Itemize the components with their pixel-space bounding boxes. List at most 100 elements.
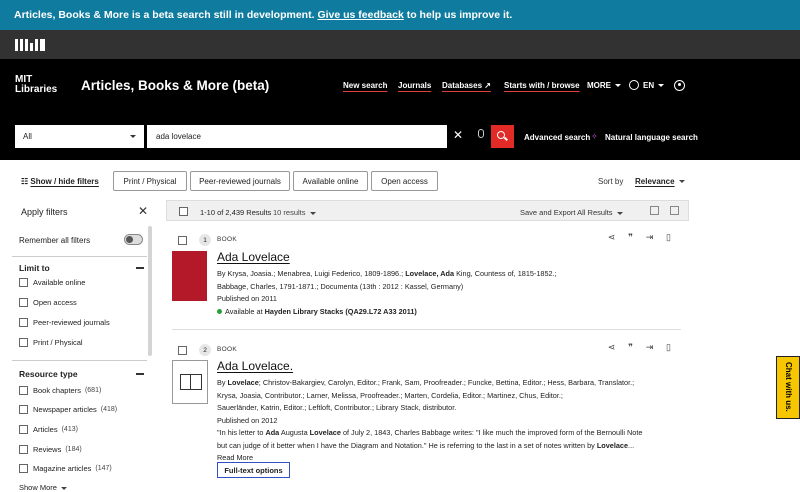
filter-sidebar: Apply filters ✕ Remember all filters Lim… bbox=[0, 200, 165, 492]
checkbox[interactable] bbox=[19, 464, 28, 473]
bookmark-icon[interactable] bbox=[670, 206, 679, 215]
export-icon[interactable]: ⇥ bbox=[645, 343, 654, 352]
book-cover-thumbnail[interactable] bbox=[172, 251, 207, 301]
result-checkbox[interactable] bbox=[178, 236, 187, 245]
result-number: 2 bbox=[199, 344, 211, 356]
banner-text: Articles, Books & More is a beta search … bbox=[14, 9, 315, 21]
nav-starts-with[interactable]: Starts with / browse bbox=[504, 81, 580, 90]
filter-open-access[interactable]: Open access bbox=[19, 298, 77, 307]
filter-magazine-articles[interactable]: Magazine articles (147) bbox=[19, 464, 112, 473]
banner-suffix: to help us improve it. bbox=[406, 9, 513, 21]
bookmark-icon[interactable]: ▯ bbox=[664, 343, 673, 352]
nav-databases[interactable]: Databases ↗ bbox=[442, 81, 491, 90]
chat-with-us-tab[interactable]: Chat with us. bbox=[776, 356, 800, 419]
microphone-icon[interactable] bbox=[478, 129, 484, 138]
share-icon[interactable]: ⋖ bbox=[607, 343, 616, 352]
collapse-icon[interactable] bbox=[136, 373, 144, 375]
chip-print-physical[interactable]: Print / Physical bbox=[113, 171, 187, 191]
divider bbox=[12, 256, 147, 257]
show-hide-filters[interactable]: ☷ Show / hide filters bbox=[21, 177, 99, 186]
sort-label: Sort by bbox=[598, 177, 624, 186]
filter-available-online[interactable]: Available online bbox=[19, 278, 85, 287]
nav-new-search[interactable]: New search bbox=[343, 81, 387, 90]
full-text-options-button[interactable]: Full-text options bbox=[217, 462, 290, 478]
result-actions: ⋖ ❞ ⇥ ▯ bbox=[607, 343, 673, 352]
result-item: 1 BOOK ⋖ ❞ ⇥ ▯ Ada Lovelace By Krysa, Jo… bbox=[166, 229, 689, 331]
export-icon[interactable]: ⇥ bbox=[645, 233, 654, 242]
filter-articles[interactable]: Articles (413) bbox=[19, 425, 78, 434]
user-account-icon[interactable] bbox=[674, 80, 685, 91]
beta-banner: Articles, Books & More is a beta search … bbox=[0, 0, 800, 30]
result-item: 2 BOOK ⋖ ❞ ⇥ ▯ Ada Lovelace. By Lovelace… bbox=[166, 339, 689, 489]
location-link[interactable]: Hayden Library Stacks (QA29.L72 A33 2011… bbox=[265, 307, 417, 316]
cite-quote-icon[interactable]: ❞ bbox=[626, 343, 635, 352]
globe-icon[interactable] bbox=[629, 80, 639, 90]
search-input[interactable] bbox=[147, 125, 447, 148]
filter-book-chapters[interactable]: Book chapters (681) bbox=[19, 386, 101, 395]
sort-select[interactable]: Relevance bbox=[635, 177, 685, 186]
nav-more[interactable]: MORE bbox=[587, 81, 621, 90]
checkbox[interactable] bbox=[19, 278, 28, 287]
filter-newspaper-articles[interactable]: Newspaper articles (418) bbox=[19, 405, 117, 414]
checkbox[interactable] bbox=[19, 445, 28, 454]
apply-filters-heading: Apply filters bbox=[21, 207, 68, 217]
export-icon[interactable] bbox=[650, 206, 659, 215]
per-page-select[interactable]: 10 results bbox=[273, 208, 316, 217]
sidebar-scrollbar[interactable] bbox=[148, 226, 152, 356]
checkbox[interactable] bbox=[19, 318, 28, 327]
filter-peer-reviewed[interactable]: Peer-reviewed journals bbox=[19, 318, 110, 327]
checkbox[interactable] bbox=[19, 425, 28, 434]
checkbox[interactable] bbox=[19, 405, 28, 414]
resource-type-heading[interactable]: Resource type bbox=[19, 369, 78, 379]
close-icon[interactable]: ✕ bbox=[138, 204, 148, 218]
divider bbox=[172, 329, 681, 330]
filter-reviews[interactable]: Reviews (184) bbox=[19, 445, 82, 454]
checkbox[interactable] bbox=[19, 338, 28, 347]
book-placeholder-icon[interactable] bbox=[172, 360, 208, 404]
filter-print-physical[interactable]: Print / Physical bbox=[19, 338, 83, 347]
checkbox[interactable] bbox=[19, 386, 28, 395]
site-title[interactable]: Articles, Books & More (beta) bbox=[81, 78, 269, 93]
save-export-menu[interactable]: Save and Export All Results bbox=[520, 208, 623, 217]
remember-filters-label: Remember all filters bbox=[19, 236, 91, 245]
show-more-link[interactable]: Show More bbox=[19, 483, 67, 492]
mit-bar bbox=[0, 30, 800, 59]
result-type: BOOK bbox=[217, 236, 237, 243]
available-status-icon bbox=[217, 309, 222, 315]
search-button[interactable] bbox=[491, 125, 514, 148]
result-details: By Lovelace; Christov-Bakargiev, Carolyn… bbox=[217, 377, 657, 465]
results-count: 1-10 of 2,439 Results bbox=[200, 208, 272, 217]
result-actions: ⋖ ❞ ⇥ ▯ bbox=[607, 233, 673, 242]
remember-filters-toggle[interactable] bbox=[124, 234, 143, 245]
limit-to-heading[interactable]: Limit to bbox=[19, 263, 50, 273]
lang-select[interactable]: EN bbox=[643, 81, 665, 90]
chip-open-access[interactable]: Open access bbox=[371, 171, 438, 191]
availability: Available at Hayden Library Stacks (QA29… bbox=[217, 306, 657, 319]
result-checkbox[interactable] bbox=[178, 346, 187, 355]
filter-sliders-icon: ☷ bbox=[21, 177, 31, 186]
mit-logo[interactable] bbox=[15, 39, 45, 51]
divider bbox=[12, 360, 147, 361]
result-title[interactable]: Ada Lovelace bbox=[217, 250, 290, 264]
advanced-search-link[interactable]: Advanced search bbox=[524, 133, 590, 142]
checkbox[interactable] bbox=[19, 298, 28, 307]
sparkle-icon: ✧ bbox=[591, 132, 598, 141]
select-all-checkbox[interactable] bbox=[179, 207, 188, 216]
result-number: 1 bbox=[199, 234, 211, 246]
result-title[interactable]: Ada Lovelace. bbox=[217, 359, 293, 373]
share-icon[interactable]: ⋖ bbox=[607, 233, 616, 242]
clear-search-icon[interactable]: ✕ bbox=[453, 128, 463, 142]
cite-quote-icon[interactable]: ❞ bbox=[626, 233, 635, 242]
feedback-link[interactable]: Give us feedback bbox=[317, 9, 403, 21]
chip-available-online[interactable]: Available online bbox=[293, 171, 368, 191]
chevron-down-icon bbox=[130, 135, 136, 138]
collapse-icon[interactable] bbox=[136, 267, 144, 269]
search-scope-select[interactable]: All bbox=[15, 125, 144, 148]
libraries-logo[interactable]: MIT Libraries bbox=[15, 75, 57, 95]
natural-language-search-link[interactable]: Natural language search bbox=[605, 133, 698, 142]
nav-journals[interactable]: Journals bbox=[398, 81, 431, 90]
bookmark-icon[interactable]: ▯ bbox=[664, 233, 673, 242]
site-header: MIT Libraries Articles, Books & More (be… bbox=[0, 59, 800, 115]
chip-peer-reviewed[interactable]: Peer-reviewed journals bbox=[190, 171, 290, 191]
results-header: 1-10 of 2,439 Results 10 results Save an… bbox=[166, 200, 689, 221]
